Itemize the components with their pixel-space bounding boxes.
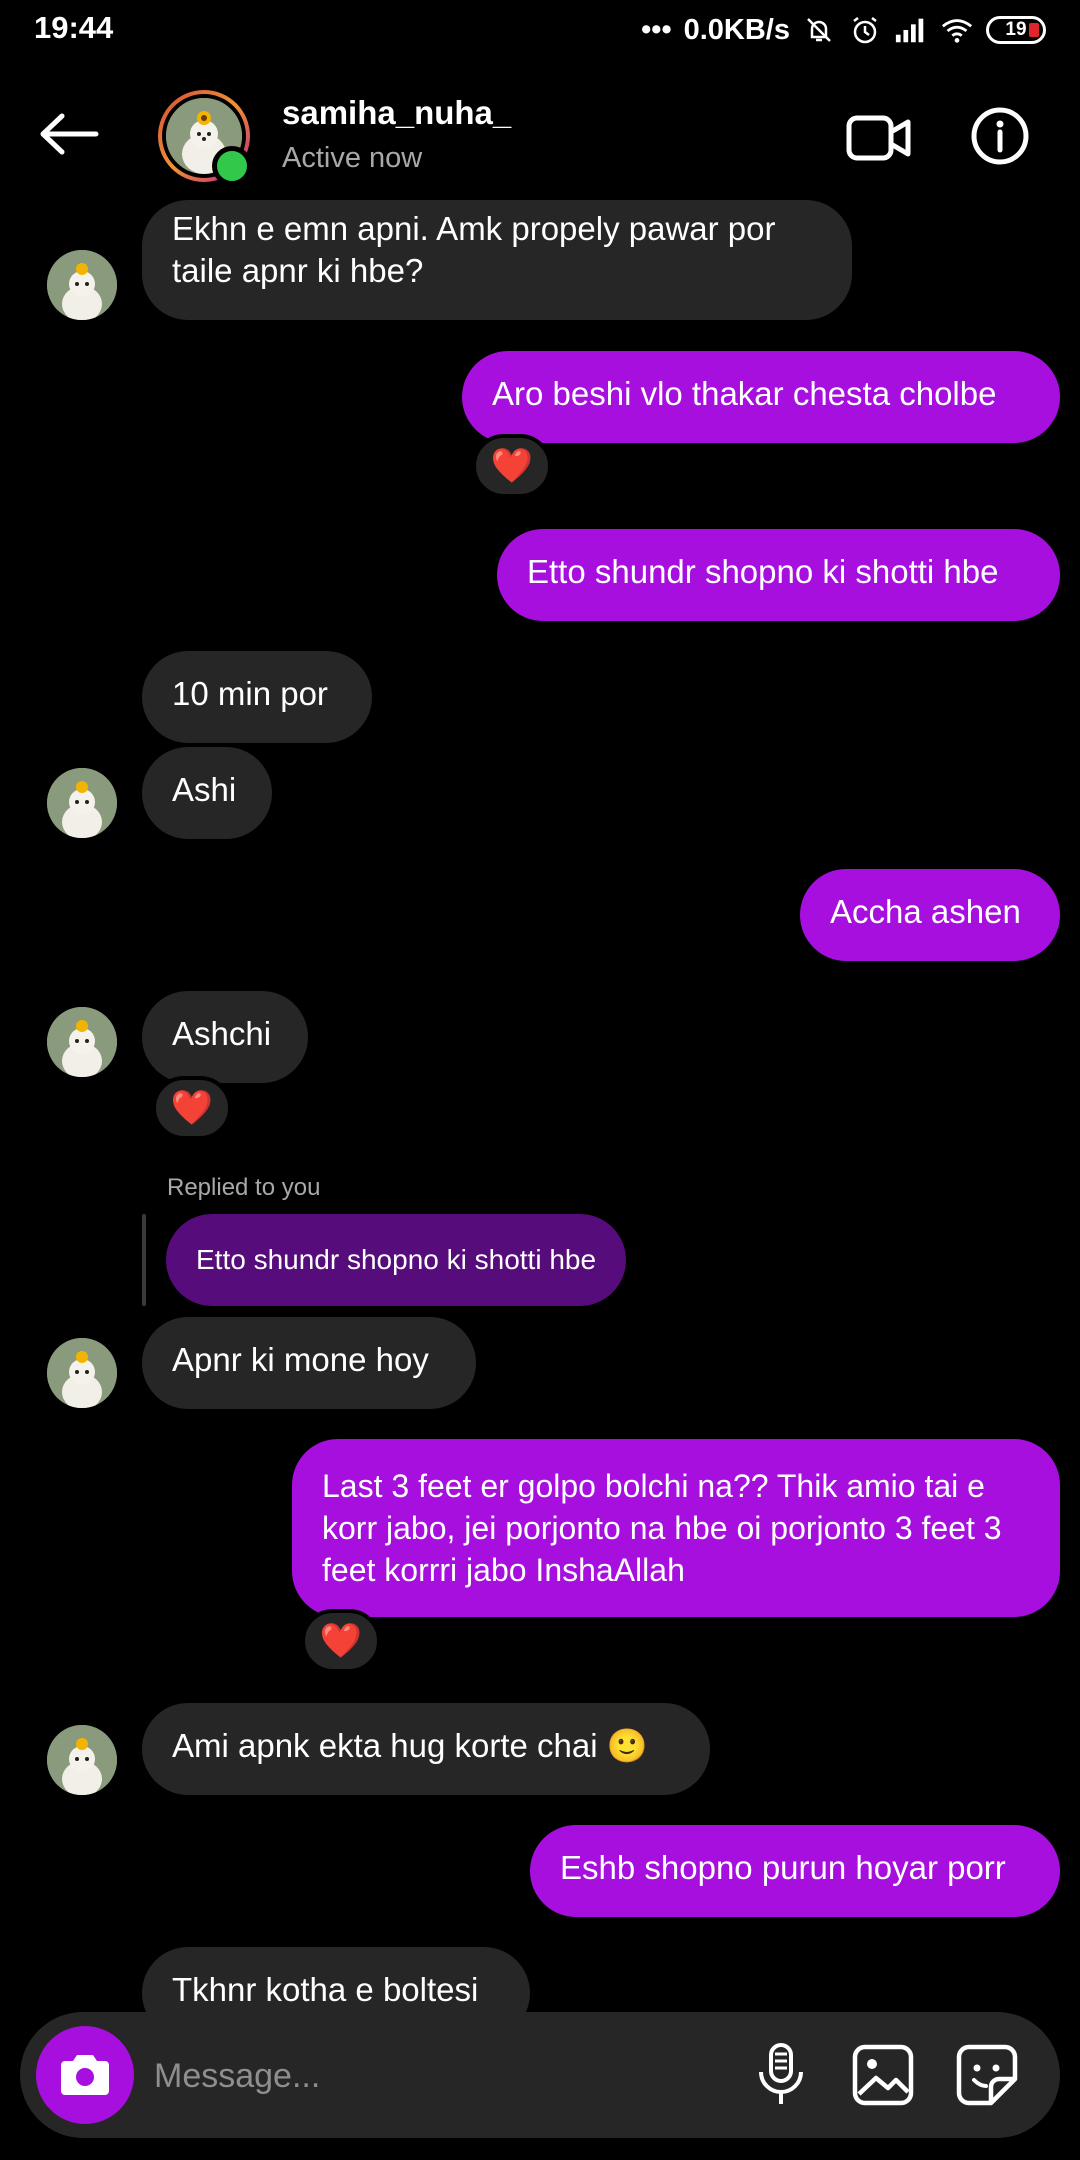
microphone-icon[interactable] xyxy=(750,2042,812,2108)
active-status: Active now xyxy=(282,142,423,174)
sender-avatar[interactable] xyxy=(47,1725,117,1795)
signal-icon xyxy=(894,13,928,47)
chat-header: samiha_nuha_ Active now xyxy=(0,62,1080,210)
reaction-heart[interactable]: ❤️ xyxy=(301,1609,381,1673)
message-outgoing[interactable]: Aro beshi vlo thakar chesta cholbe xyxy=(462,351,1060,443)
sender-avatar[interactable] xyxy=(47,250,117,320)
back-arrow-icon[interactable] xyxy=(38,112,100,156)
gallery-icon[interactable] xyxy=(850,2042,916,2108)
message-composer xyxy=(20,2012,1060,2138)
sender-avatar[interactable] xyxy=(47,1007,117,1077)
reply-label: Replied to you xyxy=(167,1174,321,1201)
battery-level: 19 xyxy=(1005,19,1027,40)
reaction-heart[interactable]: ❤️ xyxy=(472,434,552,498)
message-incoming[interactable]: 10 min por xyxy=(142,651,372,743)
wifi-icon xyxy=(940,13,974,47)
network-speed: 0.0KB/s xyxy=(683,13,790,46)
camera-icon xyxy=(61,2055,109,2095)
reply-quote[interactable]: Etto shundr shopno ki shotti hbe xyxy=(166,1214,627,1306)
message-incoming[interactable]: Ami apnk ekta hug korte chai 🙂 xyxy=(142,1703,710,1795)
status-time: 19:44 xyxy=(34,10,114,45)
sender-avatar[interactable] xyxy=(47,1338,117,1408)
message-input[interactable] xyxy=(152,2040,716,2112)
message-outgoing[interactable]: Etto shundr shopno ki shotti hbe xyxy=(497,529,1060,621)
camera-button[interactable] xyxy=(36,2026,134,2124)
sticker-icon[interactable] xyxy=(954,2042,1020,2108)
message-incoming[interactable]: Ekhn e emn apni. Amk propely pawar por t… xyxy=(142,200,852,320)
reaction-heart[interactable]: ❤️ xyxy=(152,1076,232,1140)
status-icons: ••• 0.0KB/s 19 xyxy=(641,10,1046,50)
message-incoming[interactable]: Ashi xyxy=(142,747,272,839)
chat-username[interactable]: samiha_nuha_ xyxy=(282,94,511,132)
battery-icon: 19 xyxy=(986,16,1046,44)
alarm-icon xyxy=(848,13,882,47)
message-incoming[interactable]: Apnr ki mone hoy xyxy=(142,1317,476,1409)
bell-muted-icon xyxy=(802,13,836,47)
online-indicator xyxy=(212,146,252,186)
video-call-icon[interactable] xyxy=(846,110,912,166)
message-outgoing[interactable]: Eshb shopno purun hoyar porr xyxy=(530,1825,1060,1917)
status-bar: 19:44 ••• 0.0KB/s 19 xyxy=(0,0,1080,62)
message-outgoing[interactable]: Last 3 feet er golpo bolchi na?? Thik am… xyxy=(292,1439,1060,1617)
sender-avatar[interactable] xyxy=(47,768,117,838)
info-icon[interactable] xyxy=(970,106,1030,166)
more-dots-icon: ••• xyxy=(641,13,672,46)
message-incoming[interactable]: Ashchi xyxy=(142,991,308,1083)
reply-divider xyxy=(142,1214,146,1306)
message-outgoing[interactable]: Accha ashen xyxy=(800,869,1060,961)
